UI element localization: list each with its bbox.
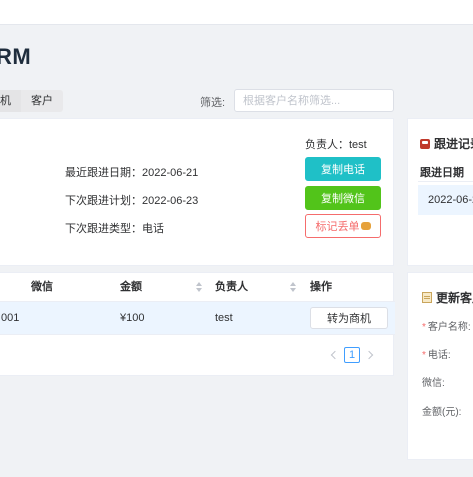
chevron-right-icon[interactable] (363, 347, 377, 363)
phone-label: 电话: (427, 350, 451, 361)
sort-icon[interactable] (290, 282, 296, 292)
convert-label: 转为商机 (327, 313, 371, 325)
field-label-amount: 金额(元): (422, 407, 462, 418)
customer-info-card: 负责人：test 最近跟进日期：2022-06-21 下次跟进计划：2022-0… (0, 118, 394, 266)
last-follow-date: 最近跟进日期：2022-06-21 (65, 167, 199, 179)
mark-lost-label: 标记丢单 (315, 221, 360, 233)
tab-opportunities[interactable]: 机 (0, 90, 21, 112)
column-header-wechat: 微信 (31, 281, 53, 293)
update-title-row: 更新客户 (422, 289, 473, 306)
chevron-left-icon[interactable] (327, 347, 341, 363)
copy-wechat-label: 复制微信 (321, 193, 365, 205)
column-header-amount[interactable]: 金额 (120, 273, 142, 301)
cell-wechat: 001 (1, 312, 20, 324)
owner-text: 负责人：test (305, 139, 367, 151)
followup-divider (418, 181, 473, 182)
tab-bar: 机 客户 (0, 90, 63, 112)
hand-icon (360, 222, 371, 230)
customer-name-label: 客户名称: (427, 322, 471, 333)
next-follow-type: 下次跟进类型：电话 (65, 223, 164, 235)
next-follow-plan: 下次跟进计划：2022-06-23 (65, 195, 199, 207)
app-title: RM (0, 44, 32, 69)
followup-row[interactable]: 2022-06-21 (418, 185, 473, 215)
customer-table-card: 微信 金额 负责人 操作 001 ¥100 test 转为商机 1 (0, 272, 395, 376)
field-label-phone: * 电话: (422, 350, 451, 361)
copy-phone-label: 复制电话 (321, 164, 365, 176)
followup-card: 跟进记录 跟进日期 2022-06-21 (407, 118, 473, 266)
column-header-owner[interactable]: 负责人 (215, 273, 248, 301)
field-label-customer-name: * 客户名称: (422, 322, 471, 333)
copy-phone-button[interactable]: 复制电话 (305, 157, 381, 181)
filter-label: 筛选: (200, 97, 226, 109)
field-label-wechat: 微信: (422, 378, 445, 389)
mark-lost-button[interactable]: 标记丢单 (305, 214, 381, 238)
column-header-action: 操作 (310, 281, 332, 293)
cell-owner: test (215, 312, 233, 324)
copy-wechat-button[interactable]: 复制微信 (305, 186, 381, 210)
top-bar (0, 0, 473, 25)
pagination: 1 (327, 347, 377, 363)
update-title: 更新客户 (436, 291, 473, 305)
page-number[interactable]: 1 (344, 347, 360, 363)
followup-date-header: 跟进日期 (420, 167, 464, 179)
table-row[interactable]: 001 ¥100 test 转为商机 (0, 302, 395, 335)
update-customer-card: 更新客户 *客户名称: *电话: 微信: 金额(元): (407, 272, 473, 460)
followup-title: 跟进记录 (434, 137, 473, 151)
memo-icon (422, 292, 432, 303)
tab-customers[interactable]: 客户 (21, 90, 63, 112)
sort-icon[interactable] (196, 282, 202, 292)
convert-to-opportunity-button[interactable]: 转为商机 (310, 307, 388, 329)
cell-amount: ¥100 (120, 312, 145, 324)
phone-icon (420, 138, 430, 149)
filter-input[interactable] (234, 89, 394, 112)
followup-title-row: 跟进记录 (420, 135, 473, 152)
